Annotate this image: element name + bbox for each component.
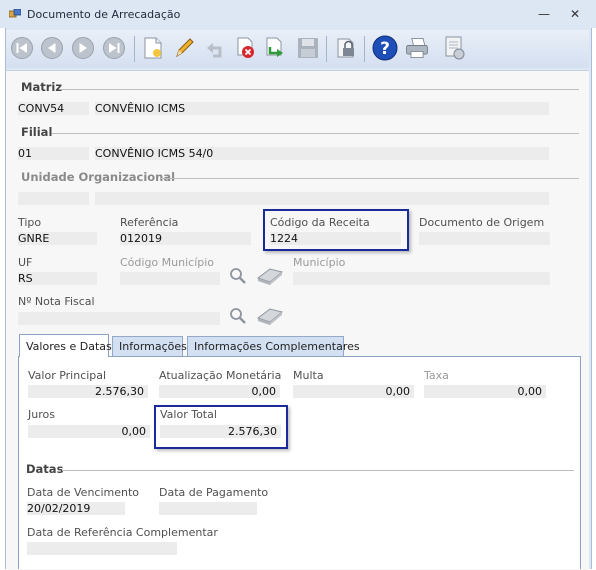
edit-button[interactable] <box>171 34 197 62</box>
pencil-icon <box>176 38 194 58</box>
data-vencimento-label: Data de Vencimento <box>27 486 140 499</box>
confirm-arrow-icon <box>266 37 283 57</box>
magnifier-icon <box>230 268 246 284</box>
close-button[interactable]: ✕ <box>567 7 583 21</box>
valor-principal-label: Valor Principal <box>28 369 107 382</box>
help-button[interactable]: ? <box>372 34 398 62</box>
previous-record-button[interactable] <box>39 34 65 62</box>
last-record-button[interactable] <box>101 34 127 62</box>
toolbar-separator <box>364 36 365 62</box>
section-unidade-title: Unidade Organizacional <box>21 170 176 184</box>
multa-label: Multa <box>293 369 324 382</box>
taxa-label: Taxa <box>424 369 449 382</box>
multa-field[interactable]: 0,00 <box>293 385 414 398</box>
undo-button[interactable] <box>202 34 228 62</box>
section-divider <box>52 133 579 134</box>
search-municipio-button[interactable] <box>228 266 248 289</box>
tab-valores-e-datas[interactable]: Valores e Datas <box>19 334 112 357</box>
codigo-municipio-field[interactable] <box>120 272 220 285</box>
delete-button[interactable] <box>233 34 259 62</box>
referencia-field[interactable]: 012019 <box>120 232 251 245</box>
nota-fiscal-label: Nº Nota Fiscal <box>18 295 95 308</box>
new-document-icon <box>144 37 162 59</box>
first-record-icon <box>11 37 33 59</box>
matriz-code-field[interactable]: CONV54 <box>18 102 89 115</box>
filial-code-field[interactable]: 01 <box>18 147 89 160</box>
data-referencia-complementar-field[interactable] <box>27 542 177 555</box>
tipo-field[interactable]: GNRE <box>18 232 97 245</box>
magnifier-icon <box>230 308 246 324</box>
clear-nota-fiscal-button[interactable] <box>256 306 284 329</box>
section-divider <box>161 178 579 179</box>
valor-total-label: Valor Total <box>160 408 217 421</box>
eraser-icon <box>256 308 284 325</box>
first-record-button[interactable] <box>9 34 35 62</box>
next-record-icon <box>72 37 94 59</box>
valor-total-field[interactable]: 2.576,30 <box>160 425 281 438</box>
printer-icon <box>406 38 428 58</box>
matriz-name-field[interactable]: CONVÊNIO ICMS <box>95 102 549 115</box>
svg-text:?: ? <box>380 39 390 59</box>
lock-button[interactable] <box>334 34 360 62</box>
section-filial-title: Filial <box>21 125 53 139</box>
referencia-label: Referência <box>120 216 179 229</box>
data-referencia-complementar-label: Data de Referência Complementar <box>27 526 218 539</box>
section-divider <box>62 470 574 471</box>
valor-principal-field[interactable]: 2.576,30 <box>28 385 148 398</box>
tipo-label: Tipo <box>18 216 42 229</box>
confirm-button[interactable] <box>262 34 288 62</box>
juros-label: Juros <box>28 408 55 421</box>
tab-informacoes[interactable]: Informações <box>112 336 187 356</box>
window-title: Documento de Arrecadação <box>27 8 181 21</box>
uf-label: UF <box>18 256 33 269</box>
last-record-icon <box>103 37 125 59</box>
unidade-name-field[interactable] <box>95 192 549 205</box>
minimize-button[interactable]: — <box>536 7 552 21</box>
app-icon <box>9 9 21 18</box>
codigo-municipio-label: Código Município <box>120 256 215 269</box>
section-divider <box>60 89 579 90</box>
atualizacao-field[interactable]: 0,00 <box>159 385 280 398</box>
municipio-field[interactable] <box>293 272 550 285</box>
print-button[interactable] <box>404 34 430 62</box>
tab-informacoes-complementares[interactable]: Informações Complementares <box>187 336 360 356</box>
data-vencimento-field[interactable]: 20/02/2019 <box>27 502 125 515</box>
municipio-label: Município <box>293 256 346 269</box>
lock-icon <box>337 38 354 58</box>
section-datas-title: Datas <box>26 462 64 476</box>
toolbar-separator <box>134 36 135 62</box>
save-icon <box>298 38 318 58</box>
search-nota-fiscal-button[interactable] <box>228 306 248 329</box>
undo-icon <box>207 43 222 58</box>
codigo-receita-field[interactable]: 1224 <box>270 232 401 245</box>
documento-origem-label: Documento de Origem <box>419 216 545 229</box>
report-icon <box>445 36 465 60</box>
codigo-receita-label: Código da Receita <box>270 216 370 229</box>
taxa-field[interactable]: 0,00 <box>424 385 546 398</box>
toolbar-separator <box>326 36 327 62</box>
atualizacao-label: Atualização Monetária <box>159 369 282 382</box>
clear-municipio-button[interactable] <box>256 266 284 289</box>
data-pagamento-field[interactable] <box>159 502 257 515</box>
section-matriz-title: Matriz <box>21 80 63 94</box>
filial-name-field[interactable]: CONVÊNIO ICMS 54/0 <box>95 147 549 160</box>
previous-record-icon <box>41 37 63 59</box>
next-record-button[interactable] <box>70 34 96 62</box>
new-document-button[interactable] <box>140 34 166 62</box>
report-button[interactable] <box>442 34 468 62</box>
eraser-icon <box>256 268 284 285</box>
save-button[interactable] <box>295 34 321 62</box>
unidade-code-field[interactable] <box>18 192 89 205</box>
data-pagamento-label: Data de Pagamento <box>159 486 269 499</box>
uf-field[interactable]: RS <box>18 272 97 285</box>
juros-field[interactable]: 0,00 <box>28 425 150 438</box>
delete-icon <box>237 37 254 58</box>
help-icon: ? <box>372 35 398 61</box>
documento-origem-field[interactable] <box>419 232 550 245</box>
nota-fiscal-field[interactable] <box>18 312 220 325</box>
